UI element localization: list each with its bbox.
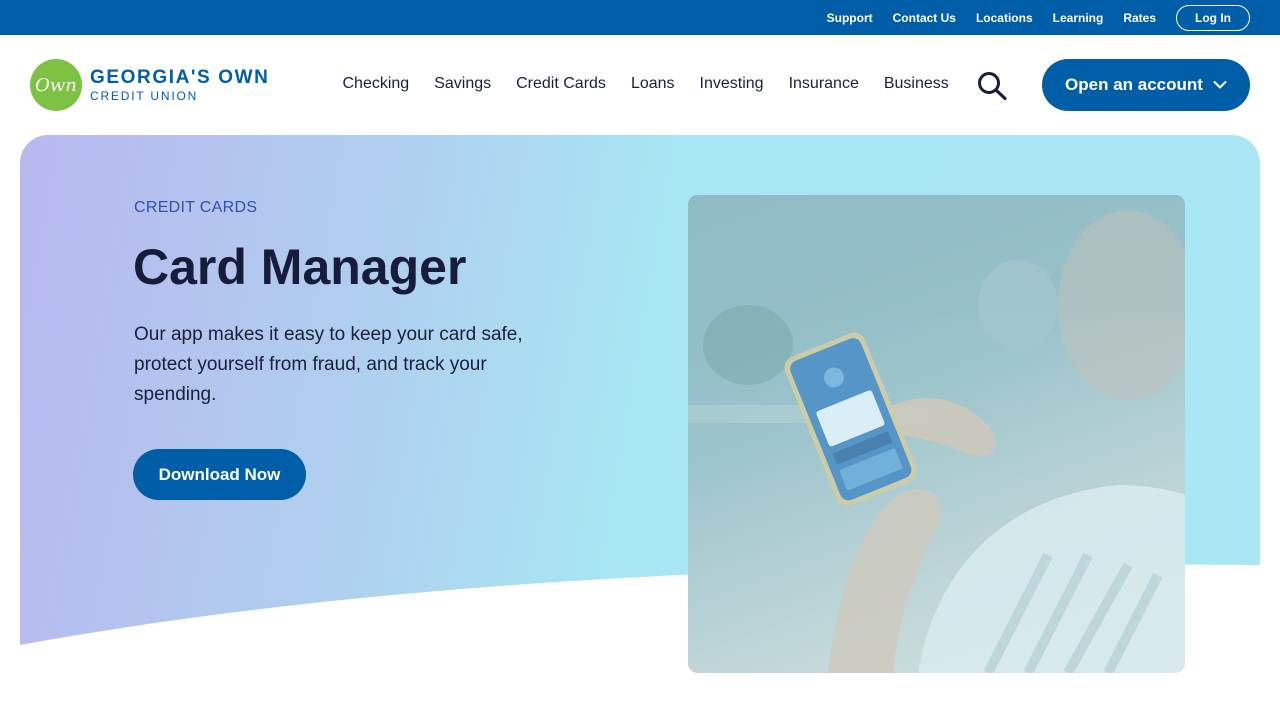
brand-logo[interactable]: Own GEORGIA'S OWN CREDIT UNION	[30, 59, 269, 111]
nav-item-insurance[interactable]: Insurance	[789, 75, 859, 93]
nav-item-business[interactable]: Business	[884, 75, 949, 93]
logo-mark: Own	[30, 59, 82, 111]
utility-link-rates[interactable]: Rates	[1123, 11, 1156, 25]
chevron-down-icon	[1213, 81, 1227, 89]
utility-link-support[interactable]: Support	[827, 11, 873, 25]
logo-wordmark: GEORGIA'S OWN CREDIT UNION	[90, 68, 269, 102]
log-in-button[interactable]: Log In	[1176, 4, 1250, 31]
nav-item-credit-cards[interactable]: Credit Cards	[516, 75, 606, 93]
utility-link-locations[interactable]: Locations	[976, 11, 1033, 25]
logo-name-line1: GEORGIA'S OWN	[90, 67, 270, 88]
site-header: Own GEORGIA'S OWN CREDIT UNION Checking …	[0, 35, 1280, 135]
hero-photo	[688, 195, 1185, 673]
nav-item-investing[interactable]: Investing	[700, 75, 764, 93]
logo-name-line2: CREDIT UNION	[90, 89, 199, 103]
nav-item-loans[interactable]: Loans	[631, 75, 675, 93]
open-account-label: Open an account	[1065, 75, 1203, 94]
nav-item-savings[interactable]: Savings	[434, 75, 491, 93]
utility-bar: Support Contact Us Locations Learning Ra…	[0, 0, 1280, 35]
hero-description: Our app makes it easy to keep your card …	[134, 324, 523, 405]
main-nav: Checking Savings Credit Cards Loans Inve…	[330, 75, 961, 93]
download-now-button[interactable]: Download Now	[133, 449, 306, 500]
utility-link-contact-us[interactable]: Contact Us	[893, 11, 956, 25]
hero-eyebrow: CREDIT CARDS	[134, 199, 258, 216]
nav-item-checking[interactable]: Checking	[343, 75, 410, 93]
search-icon[interactable]	[976, 71, 1008, 101]
utility-link-learning[interactable]: Learning	[1053, 11, 1104, 25]
page-title: Card Manager	[133, 239, 467, 295]
person-using-phone-image	[688, 195, 1185, 673]
open-account-button[interactable]: Open an account	[1042, 59, 1250, 111]
